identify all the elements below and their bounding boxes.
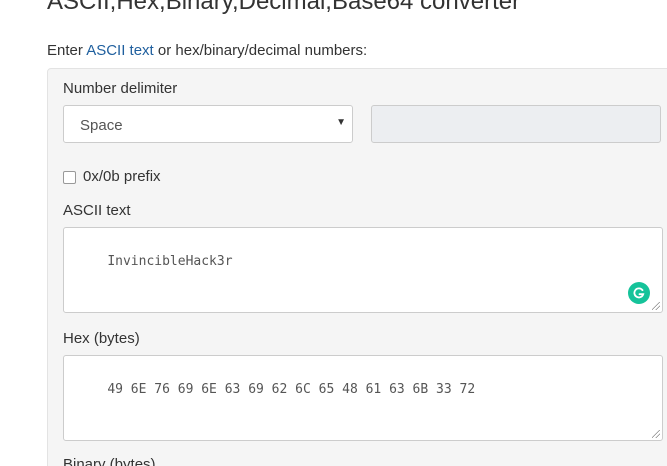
hex-textarea[interactable]: 49 6E 76 69 6E 63 69 62 6C 65 48 61 63 6… <box>63 355 663 441</box>
grammarly-g-glyph <box>633 287 645 299</box>
resize-grip-icon[interactable] <box>652 430 660 438</box>
grammarly-icon[interactable] <box>628 282 650 304</box>
resize-grip-icon[interactable] <box>652 302 660 310</box>
ascii-label: ASCII text <box>63 202 131 219</box>
ascii-value: InvincibleHack3r <box>107 254 233 269</box>
intro-suffix: or hex/binary/decimal numbers: <box>153 42 368 59</box>
converter-page: ASCII,Hex,Binary,Decimal,Base64 converte… <box>0 0 667 466</box>
dropdown-arrow-icon: ▼ <box>336 117 346 128</box>
delimiter-selected-value: Space <box>80 117 123 134</box>
hex-value: 49 6E 76 69 6E 63 69 62 6C 65 48 61 63 6… <box>107 382 476 397</box>
binary-label: Binary (bytes) <box>63 456 156 466</box>
custom-delimiter-input[interactable] <box>371 105 661 143</box>
ascii-text-link[interactable]: ASCII text <box>86 42 154 59</box>
ascii-textarea[interactable]: InvincibleHack3r <box>63 227 663 313</box>
page-title: ASCII,Hex,Binary,Decimal,Base64 converte… <box>47 0 521 15</box>
delimiter-label: Number delimiter <box>63 80 178 97</box>
intro-prefix: Enter <box>47 42 87 59</box>
delimiter-select[interactable]: Space ▼ <box>63 105 353 143</box>
hex-label: Hex (bytes) <box>63 330 140 347</box>
prefix-checkbox[interactable] <box>63 171 76 184</box>
prefix-label: 0x/0b prefix <box>83 168 161 185</box>
intro-text: Enter ASCII text or hex/binary/decimal n… <box>47 42 367 59</box>
